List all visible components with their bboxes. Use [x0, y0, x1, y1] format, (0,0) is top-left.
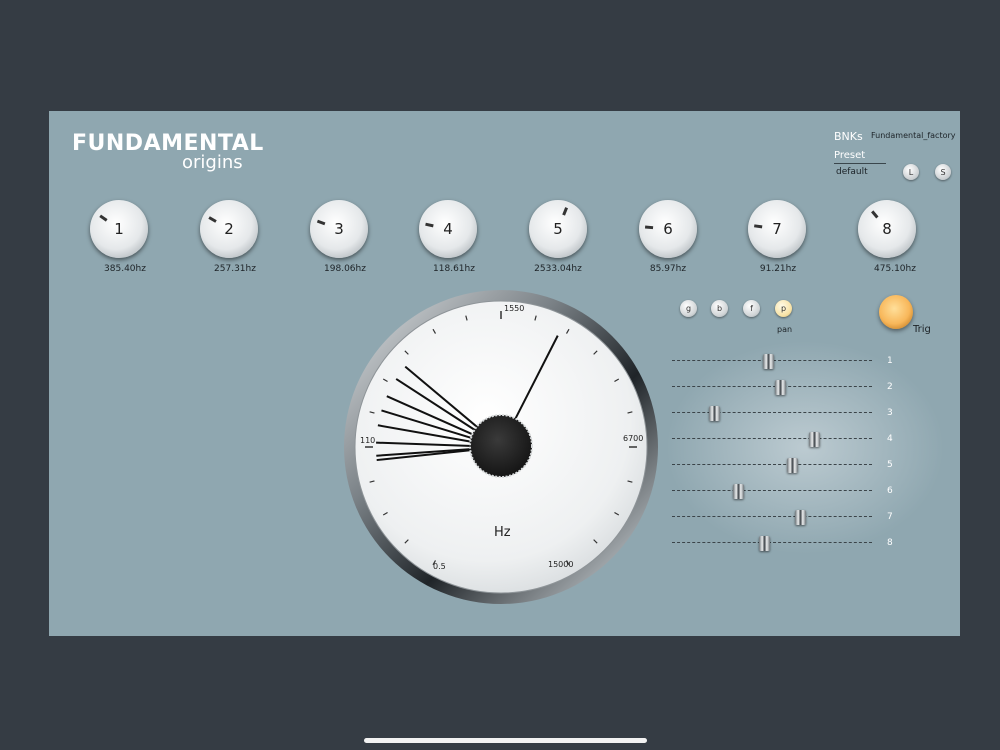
slider-thumb[interactable] [759, 536, 770, 551]
knob-label: 4 [443, 220, 453, 238]
pan-slider-3[interactable] [672, 406, 872, 421]
preset-selector[interactable]: default [836, 167, 868, 177]
knob-frequency-value: 2533.04hz [534, 264, 582, 274]
frequency-knob-3[interactable]: 3 [310, 200, 368, 258]
slider-thumb[interactable] [775, 380, 786, 395]
slider-track [672, 438, 872, 439]
slider-label: 1 [887, 356, 893, 366]
save-preset-button[interactable]: S [935, 164, 951, 180]
knob-label: 8 [882, 220, 892, 238]
preset-divider [834, 163, 886, 164]
slider-thumb[interactable] [787, 458, 798, 473]
bank-label: BNKs [834, 130, 863, 143]
mode-button-g[interactable]: g [680, 300, 697, 317]
pan-slider-5[interactable] [672, 458, 872, 473]
slider-track [672, 542, 872, 543]
slider-track [672, 412, 872, 413]
slider-thumb[interactable] [763, 354, 774, 369]
dial-unit-label: Hz [494, 525, 511, 540]
knob-label: 3 [334, 220, 344, 238]
frequency-knob-7[interactable]: 7 [748, 200, 806, 258]
knob-label: 6 [663, 220, 673, 238]
slider-label: 8 [887, 538, 893, 548]
knob-frequency-value: 475.10hz [874, 264, 916, 274]
slider-label: 4 [887, 434, 893, 444]
pan-slider-4[interactable] [672, 432, 872, 447]
dial-label-bottom-left: 0.5 [433, 562, 446, 571]
frequency-knob-1[interactable]: 1 [90, 200, 148, 258]
dial-label-left: 110 [360, 436, 376, 445]
knob-frequency-value: 85.97hz [649, 264, 687, 274]
knob-label: 2 [224, 220, 234, 238]
slider-track [672, 490, 872, 491]
mode-button-f[interactable]: f [743, 300, 760, 317]
slider-label: 2 [887, 382, 893, 392]
mode-button-b[interactable]: b [711, 300, 728, 317]
preset-label: Preset [834, 150, 866, 161]
knob-frequency-value: 385.40hz [104, 264, 146, 274]
slider-thumb[interactable] [709, 406, 720, 421]
bank-selector[interactable]: Fundamental_factory [871, 131, 956, 140]
slider-thumb[interactable] [733, 484, 744, 499]
frequency-knob-8[interactable]: 8 [858, 200, 916, 258]
dial-label-top: 1550 [504, 304, 525, 313]
slider-label: 3 [887, 408, 893, 418]
frequency-knob-2[interactable]: 2 [200, 200, 258, 258]
slider-track [672, 516, 872, 517]
slider-label: 5 [887, 460, 893, 470]
knob-frequency-value: 91.21hz [759, 264, 797, 274]
frequency-knob-4[interactable]: 4 [419, 200, 477, 258]
knob-frequency-value: 198.06hz [324, 264, 366, 274]
slider-label: 6 [887, 486, 893, 496]
slider-label: 7 [887, 512, 893, 522]
slider-track [672, 464, 872, 465]
frequency-knob-6[interactable]: 6 [639, 200, 697, 258]
pan-slider-8[interactable] [672, 536, 872, 551]
home-indicator[interactable] [364, 738, 647, 743]
dial-label-bottom-right: 15000 [548, 560, 574, 569]
load-preset-button[interactable]: L [903, 164, 919, 180]
slider-thumb[interactable] [795, 510, 806, 525]
knob-frequency-value: 257.31hz [214, 264, 256, 274]
pan-slider-1[interactable] [672, 354, 872, 369]
brand-subtitle: origins [182, 152, 243, 173]
slider-track [672, 386, 872, 387]
pan-slider-7[interactable] [672, 510, 872, 525]
frequency-dial[interactable] [343, 289, 659, 605]
knob-label: 5 [553, 220, 563, 238]
dial-label-right: 6700 [623, 434, 644, 443]
pan-slider-6[interactable] [672, 484, 872, 499]
knob-label: 1 [114, 220, 124, 238]
dial-hub [469, 414, 533, 478]
mode-button-p[interactable]: p [775, 300, 792, 317]
trigger-button[interactable] [879, 295, 913, 329]
knob-frequency-value: 118.61hz [433, 264, 475, 274]
slider-thumb[interactable] [809, 432, 820, 447]
trigger-label: Trig [913, 324, 931, 335]
mode-caption: pan [777, 325, 793, 334]
frequency-knob-5[interactable]: 5 [529, 200, 587, 258]
knob-label: 7 [772, 220, 782, 238]
pan-slider-2[interactable] [672, 380, 872, 395]
